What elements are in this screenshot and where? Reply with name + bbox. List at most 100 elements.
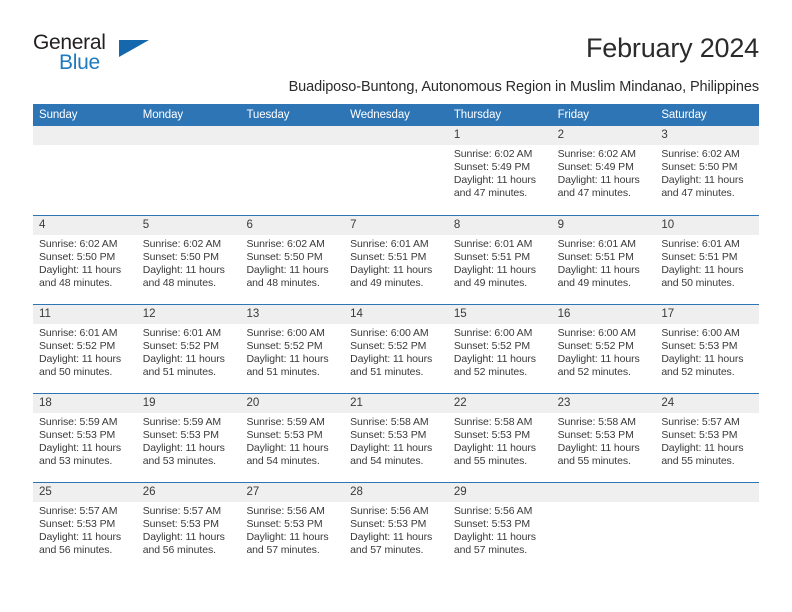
day-sunset-text: Sunset: 5:53 PM [557,429,634,442]
day-sun-info: Sunrise: 6:00 AM Sunset: 5:52 PM Daylight:… [552,324,656,379]
day-cell[interactable]: 16 Sunrise: 6:00 AM Sunset: 5:52 PM Dayligh… [551,305,656,393]
calendar-page: General Blue February 2024 Buadiposo-Bun… [0,0,792,612]
day-daylight-line1-text: Daylight: 11 hours [350,264,433,277]
weekday-sunday: Sunday [39,109,78,121]
day-daylight-line2-text: and 49 minutes. [453,277,528,290]
day-cell[interactable]: 4 Sunrise: 6:02 AM Sunset: 5:50 PM Daylight… [33,216,137,304]
day-daylight-line2-text: and 52 minutes. [661,366,735,379]
day-sunset-text: Sunset: 5:53 PM [142,429,219,442]
day-daylight-line1-text: Daylight: 11 hours [39,442,122,455]
day-cell[interactable]: 26 Sunrise: 5:57 AM Sunset: 5:53 PM Dayligh… [136,483,241,571]
day-cell[interactable]: 7 Sunrise: 6:01 AM Sunset: 5:51 PM Daylight… [344,216,448,304]
day-cell[interactable]: 22 Sunrise: 5:58 AM Sunset: 5:53 PM Dayligh… [447,394,552,482]
day-daylight-line2-text: and 53 minutes. [142,455,216,468]
day-sun-info: Sunrise: 5:58 AM Sunset: 5:53 PM Daylight:… [552,413,656,468]
day-cell[interactable]: 9 Sunrise: 6:01 AM Sunset: 5:51 PM Daylight… [551,216,656,304]
day-number: 5 [136,216,241,235]
day-cell[interactable]: 5 Sunrise: 6:02 AM Sunset: 5:50 PM Daylight… [136,216,241,304]
page-header: General Blue February 2024 Buadiposo-Bun… [0,0,792,96]
day-sunrise-text: Sunrise: 5:57 AM [142,505,222,517]
day-cell[interactable]: 19 Sunrise: 5:59 AM Sunset: 5:53 PM Dayligh… [136,394,241,482]
day-sunset-text: Sunset: 5:50 PM [39,251,116,264]
day-cell[interactable]: 8 Sunrise: 6:01 AM Sunset: 5:51 PM Daylight… [447,216,552,304]
day-cell[interactable]: 18 Sunrise: 5:59 AM Sunset: 5:53 PM Dayligh… [33,394,137,482]
day-sun-info: Sunrise: 6:02 AM Sunset: 5:49 PM Daylight:… [448,145,552,200]
day-cell[interactable]: 14 Sunrise: 6:00 AM Sunset: 5:52 PM Dayligh… [344,305,448,393]
day-cell[interactable]: 10 Sunrise: 6:01 AM Sunset: 5:51 PM Dayligh… [655,216,760,304]
day-sunrise-text: Sunrise: 6:02 AM [661,148,740,160]
day-number: 27 [240,483,345,502]
day-number: 22 [447,394,552,413]
day-daylight-line2-text: and 48 minutes. [142,277,216,290]
day-sunset-text: Sunset: 5:50 PM [246,251,323,264]
day-cell[interactable]: 20 Sunrise: 5:59 AM Sunset: 5:53 PM Dayligh… [240,394,345,482]
day-sunrise-text: Sunrise: 6:00 AM [557,327,636,339]
day-cell[interactable]: 28 Sunrise: 5:56 AM Sunset: 5:53 PM Dayligh… [344,483,448,571]
day-daylight-line1-text: Daylight: 11 hours [246,531,329,544]
day-sunrise-text: Sunrise: 5:56 AM [453,505,533,517]
day-number [240,126,345,145]
day-cell[interactable]: 1 Sunrise: 6:02 AM Sunset: 5:49 PM Daylight… [447,126,552,215]
day-sunset-text: Sunset: 5:53 PM [661,429,738,442]
day-daylight-line1-text: Daylight: 11 hours [246,353,329,366]
triangle-icon [119,40,149,57]
calendar-grid: Sunday Monday Tuesday Wednesday Thursday… [33,104,760,571]
day-sun-info: Sunrise: 5:58 AM Sunset: 5:53 PM Daylight:… [344,413,448,468]
day-number: 10 [655,216,760,235]
day-number: 21 [344,394,448,413]
day-daylight-line1-text: Daylight: 11 hours [453,353,536,366]
day-cell[interactable]: 25 Sunrise: 5:57 AM Sunset: 5:53 PM Dayligh… [33,483,137,571]
day-cell[interactable]: 6 Sunrise: 6:02 AM Sunset: 5:50 PM Daylight… [240,216,345,304]
day-daylight-line2-text: and 47 minutes. [557,187,631,200]
day-sun-info: Sunrise: 5:59 AM Sunset: 5:53 PM Daylight:… [137,413,241,468]
day-number: 28 [344,483,448,502]
day-cell[interactable]: 12 Sunrise: 6:01 AM Sunset: 5:52 PM Dayligh… [136,305,241,393]
day-cell[interactable]: 27 Sunrise: 5:56 AM Sunset: 5:53 PM Dayligh… [240,483,345,571]
day-daylight-line1-text: Daylight: 11 hours [142,353,225,366]
day-daylight-line2-text: and 48 minutes. [39,277,113,290]
day-number: 8 [447,216,552,235]
day-sunrise-text: Sunrise: 6:00 AM [246,327,325,339]
day-daylight-line2-text: and 49 minutes. [557,277,631,290]
weekday-header-row: Sunday Monday Tuesday Wednesday Thursday… [33,104,759,126]
day-sunset-text: Sunset: 5:52 PM [453,340,531,353]
general-blue-logo: General Blue [33,32,163,78]
day-cell[interactable]: 24 Sunrise: 5:57 AM Sunset: 5:53 PM Dayligh… [655,394,760,482]
day-sunrise-text: Sunrise: 6:01 AM [557,238,636,250]
day-daylight-line1-text: Daylight: 11 hours [142,531,225,544]
day-daylight-line1-text: Daylight: 11 hours [557,264,640,277]
day-sunset-text: Sunset: 5:53 PM [246,429,323,442]
day-daylight-line1-text: Daylight: 11 hours [39,353,122,366]
day-cell[interactable]: 15 Sunrise: 6:00 AM Sunset: 5:52 PM Dayligh… [447,305,552,393]
day-sunrise-text: Sunrise: 6:02 AM [142,238,222,250]
day-sun-info: Sunrise: 6:01 AM Sunset: 5:51 PM Daylight:… [448,235,552,290]
day-cell[interactable]: 2 Sunrise: 6:02 AM Sunset: 5:49 PM Daylight… [551,126,656,215]
day-number: 6 [240,216,345,235]
weekday-monday: Monday [142,109,184,121]
day-daylight-line2-text: and 55 minutes. [557,455,631,468]
day-cell[interactable]: 13 Sunrise: 6:00 AM Sunset: 5:52 PM Dayligh… [240,305,345,393]
day-sunset-text: Sunset: 5:49 PM [453,161,531,174]
day-cell[interactable]: 3 Sunrise: 6:02 AM Sunset: 5:50 PM Daylight… [655,126,760,215]
day-daylight-line2-text: and 50 minutes. [39,366,113,379]
day-cell[interactable]: 17 Sunrise: 6:00 AM Sunset: 5:53 PM Dayligh… [655,305,760,393]
day-number: 9 [551,216,656,235]
day-daylight-line1-text: Daylight: 11 hours [557,353,640,366]
day-cell[interactable]: 21 Sunrise: 5:58 AM Sunset: 5:53 PM Dayligh… [344,394,448,482]
day-cell[interactable]: 23 Sunrise: 5:58 AM Sunset: 5:53 PM Dayligh… [551,394,656,482]
calendar-week-row: 11 Sunrise: 6:01 AM Sunset: 5:52 PM Dayligh… [33,304,760,393]
day-number: 25 [33,483,137,502]
day-sunset-text: Sunset: 5:53 PM [142,518,219,531]
day-number: 1 [447,126,552,145]
page-subtitle: Buadiposo-Buntong, Autonomous Region in … [288,79,759,95]
day-cell[interactable]: 11 Sunrise: 6:01 AM Sunset: 5:52 PM Dayligh… [33,305,137,393]
day-sunset-text: Sunset: 5:53 PM [39,518,116,531]
weekday-friday: Friday [557,109,589,121]
day-daylight-line2-text: and 54 minutes. [246,455,320,468]
day-number [33,126,137,145]
day-daylight-line2-text: and 49 minutes. [350,277,424,290]
day-sun-info: Sunrise: 6:02 AM Sunset: 5:49 PM Daylight:… [552,145,656,200]
weekday-thursday: Thursday [453,109,502,121]
day-cell[interactable]: 29 Sunrise: 5:56 AM Sunset: 5:53 PM Dayligh… [447,483,552,571]
day-daylight-line1-text: Daylight: 11 hours [39,531,122,544]
